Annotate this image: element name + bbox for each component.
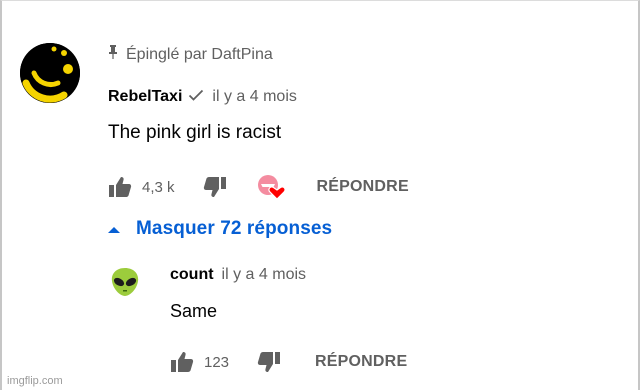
comment-thread-frame: Épinglé par DaftPina RebelTaxi il y a 4 … [0,0,640,390]
reply-actions: 123 RÉPONDRE [170,351,407,373]
comment-text: The pink girl is racist [108,122,282,143]
reply-timestamp[interactable]: il y a 4 mois [222,266,306,284]
hide-replies-button[interactable]: Masquer 72 réponses [108,218,332,240]
thumbs-up-icon[interactable] [108,176,132,198]
comment-timestamp[interactable]: il y a 4 mois [212,88,296,106]
watermark: imgflip.com [7,375,63,387]
like-count: 4,3 k [142,178,175,196]
pinned-text: Épinglé par DaftPina [126,45,273,63]
reply-header: count il y a 4 mois [170,266,306,284]
avatar[interactable] [20,43,80,103]
pinned-label: Épinglé par DaftPina [108,45,273,64]
avatar-image [20,43,80,103]
reply-text: Same [170,301,218,321]
reply-author[interactable]: count [170,266,214,284]
thumbs-up-icon[interactable] [170,351,194,373]
reply-like-count: 123 [204,353,230,371]
comment-author[interactable]: RebelTaxi [108,88,182,106]
reply-avatar[interactable] [108,265,142,299]
reply-to-reply-button[interactable]: RÉPONDRE [315,353,407,371]
comment-actions: 4,3 k RÉPONDRE [108,173,409,201]
thumbs-down-icon[interactable] [257,351,281,373]
alien-icon [108,265,142,299]
pin-icon [108,45,118,64]
checkmark-icon [188,88,204,106]
thumbs-down-icon[interactable] [203,176,227,198]
triangle-up-icon [108,218,120,240]
reply-button[interactable]: RÉPONDRE [317,178,409,196]
hide-replies-label: Masquer 72 réponses [136,218,333,239]
comment-header: RebelTaxi il y a 4 mois [108,88,297,106]
creator-heart-icon[interactable] [257,173,289,201]
